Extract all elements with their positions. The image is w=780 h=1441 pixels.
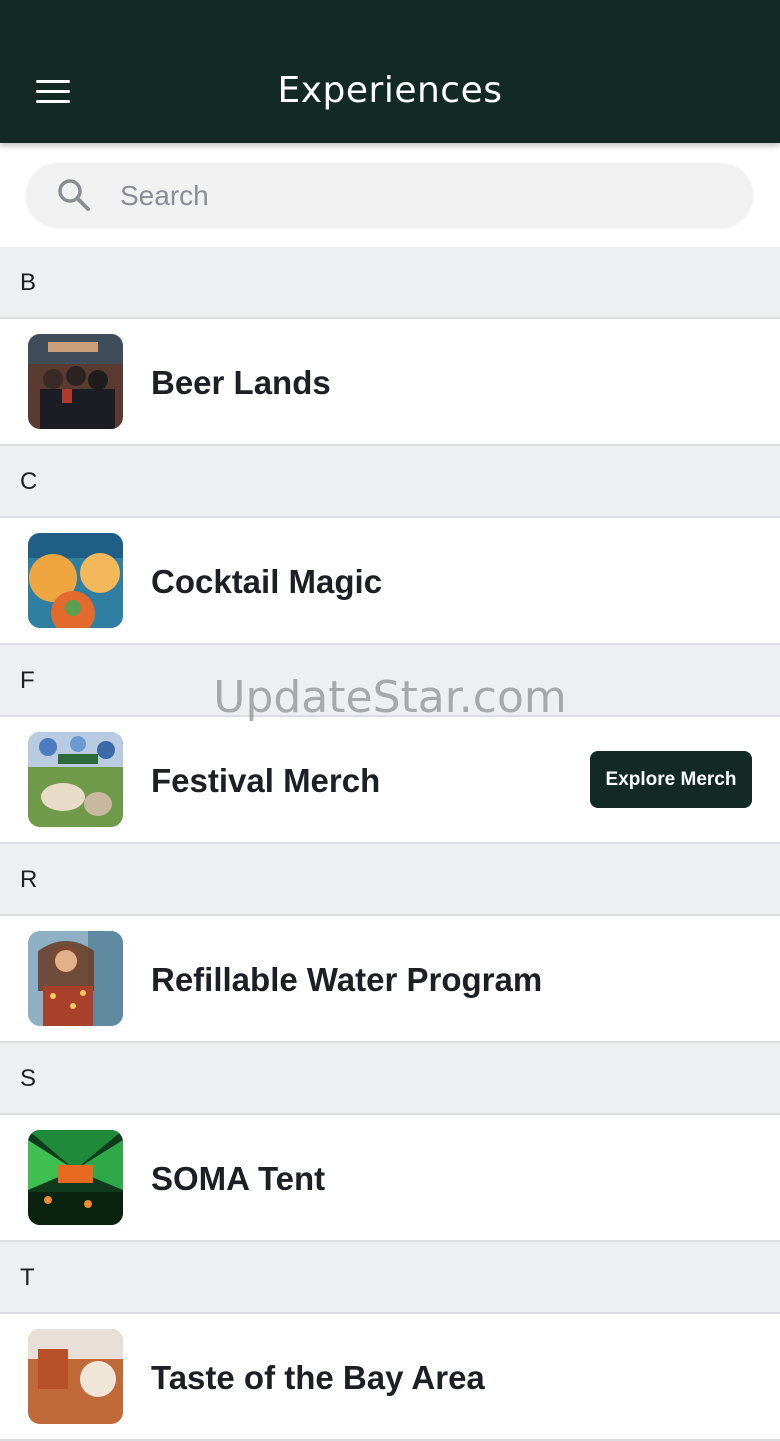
item-label: SOMA Tent [151,1160,326,1197]
section-letter: T [20,1264,35,1291]
soma-tent-thumbnail [28,1130,123,1225]
item-label: Festival Merch [151,762,381,799]
section-letter: B [20,269,37,296]
search-input[interactable] [118,175,722,217]
section-header-r: R [0,844,780,916]
app-bar: Experiences [0,0,780,143]
taste-of-the-bay-area-thumbnail [28,1329,123,1424]
experiences-list: B Beer Lands C Cocktail Magic F Festival… [0,247,780,1441]
search-area [0,143,780,247]
item-label: Beer Lands [151,364,331,401]
list-item-taste-of-the-bay-area[interactable]: Taste of the Bay Area [0,1314,780,1441]
section-header-c: C [0,446,780,518]
page-title: Experiences [277,70,503,111]
list-item-festival-merch[interactable]: Festival Merch Explore Merch [0,717,780,844]
section-header-s: S [0,1043,780,1115]
beer-lands-thumbnail [28,334,123,429]
explore-merch-button[interactable]: Explore Merch [590,751,752,808]
search-bar[interactable] [26,163,753,227]
list-item-beer-lands[interactable]: Beer Lands [0,319,780,446]
refillable-water-program-thumbnail [28,931,123,1026]
item-label: Cocktail Magic [151,563,383,600]
cocktail-magic-thumbnail [28,533,123,628]
search-icon [58,179,90,211]
section-letter: R [20,866,38,893]
section-header-f: F [0,645,780,717]
list-item-refillable-water-program[interactable]: Refillable Water Program [0,916,780,1043]
item-label: Taste of the Bay Area [151,1359,485,1396]
section-header-t: T [0,1242,780,1314]
festival-merch-thumbnail [28,732,123,827]
section-letter: S [20,1065,37,1092]
section-letter: F [20,667,35,694]
list-item-cocktail-magic[interactable]: Cocktail Magic [0,518,780,645]
list-item-soma-tent[interactable]: SOMA Tent [0,1115,780,1242]
section-header-b: B [0,247,780,319]
section-letter: C [20,468,38,495]
item-label: Refillable Water Program [151,961,543,998]
